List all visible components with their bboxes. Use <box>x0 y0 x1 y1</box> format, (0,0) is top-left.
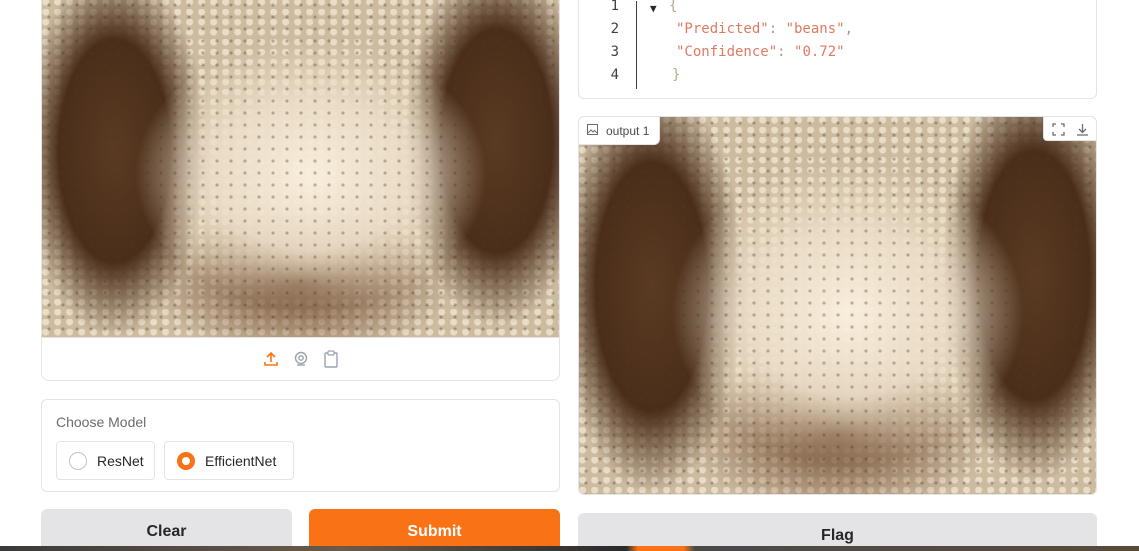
input-image <box>42 0 559 337</box>
line-number: 2 <box>610 21 619 37</box>
output-image-panel: output 1 <box>578 116 1097 495</box>
model-selector: Choose Model ResNet EfficientNet <box>41 399 560 492</box>
background-strip <box>0 546 1139 551</box>
json-key: "Predicted" <box>676 21 769 37</box>
image-input[interactable] <box>41 0 560 381</box>
radio-option-label: EfficientNet <box>205 452 277 469</box>
fullscreen-icon[interactable] <box>1048 117 1068 141</box>
radio-option-label: ResNet <box>97 452 144 469</box>
clipboard-icon[interactable] <box>323 350 339 368</box>
download-icon[interactable] <box>1072 117 1092 141</box>
json-comma: , <box>844 21 854 37</box>
clear-button[interactable]: Clear <box>41 509 292 551</box>
output-toolbar <box>1043 117 1096 141</box>
image-icon <box>587 123 598 138</box>
json-close-brace: } <box>672 67 681 83</box>
model-selector-label: Choose Model <box>56 414 147 430</box>
json-value: "beans" <box>785 21 845 37</box>
output-label: output 1 <box>579 117 661 145</box>
json-open-brace: { <box>669 0 678 14</box>
line-number: 1 <box>610 0 619 14</box>
json-key: "Confidence" <box>676 44 778 60</box>
submit-button[interactable]: Submit <box>309 509 560 551</box>
json-value: "0.72" <box>794 44 845 60</box>
radio-unselected-icon[interactable] <box>69 451 87 470</box>
upload-icon[interactable] <box>263 350 279 368</box>
json-entry-confidence: "Confidence": "0.72" <box>676 44 845 60</box>
webcam-icon[interactable] <box>293 350 309 368</box>
output-label-text: output 1 <box>606 123 650 138</box>
line-number: 4 <box>610 67 619 83</box>
line-number: 3 <box>610 44 619 60</box>
collapse-toggle-icon[interactable]: ▼ <box>650 2 657 15</box>
output-image <box>579 117 1096 494</box>
json-entry-predicted: "Predicted": "beans", <box>676 21 854 37</box>
radio-option-resnet[interactable]: ResNet <box>56 441 155 480</box>
json-output: 1 2 3 4 ▼ { "Predicted": "beans", "Confi… <box>578 0 1097 99</box>
image-source-bar <box>42 337 559 380</box>
radio-option-efficientnet[interactable]: EfficientNet <box>164 441 294 480</box>
line-gutter <box>636 1 637 89</box>
radio-selected-icon[interactable] <box>177 451 195 470</box>
